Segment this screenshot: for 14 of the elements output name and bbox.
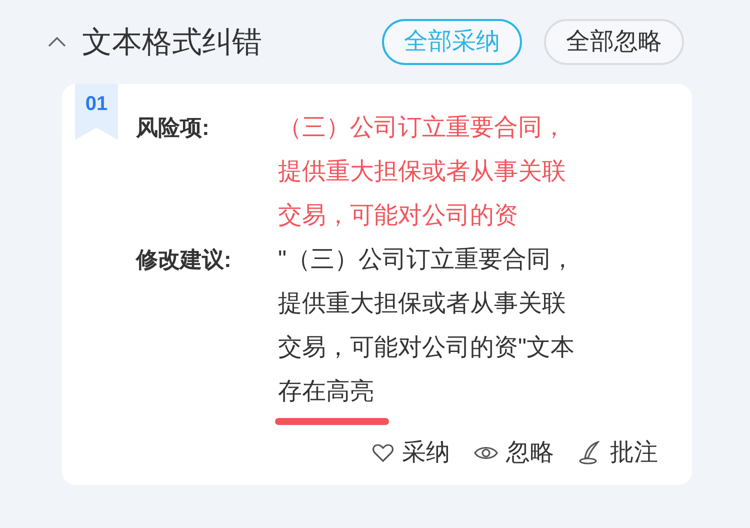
risk-label: 风险项: [136,114,210,142]
eye-icon [474,445,498,461]
ignore-all-button[interactable]: 全部忽略 [544,19,684,65]
suggestion-label: 修改建议: [136,246,232,274]
section-title: 文本格式纠错 [82,24,262,60]
risk-text: （三）公司订立重要合同，提供重大担保或者从事关联交易，可能对公司的资 [278,113,567,231]
ignore-action-button[interactable]: 忽略 [474,435,554,471]
suggestion-text: "（三）公司订立重要合同，提供重大担保或者从事关联交易，可能对公司的资"文本存在高亮 [278,245,576,407]
collapse-chevron-icon[interactable] [48,37,66,47]
comment-action-button[interactable]: 批注 [578,435,658,471]
item-number: 01 [85,92,108,116]
adopt-action-button[interactable]: 采纳 [372,435,450,471]
quill-icon [578,441,602,465]
heart-icon [372,443,394,463]
